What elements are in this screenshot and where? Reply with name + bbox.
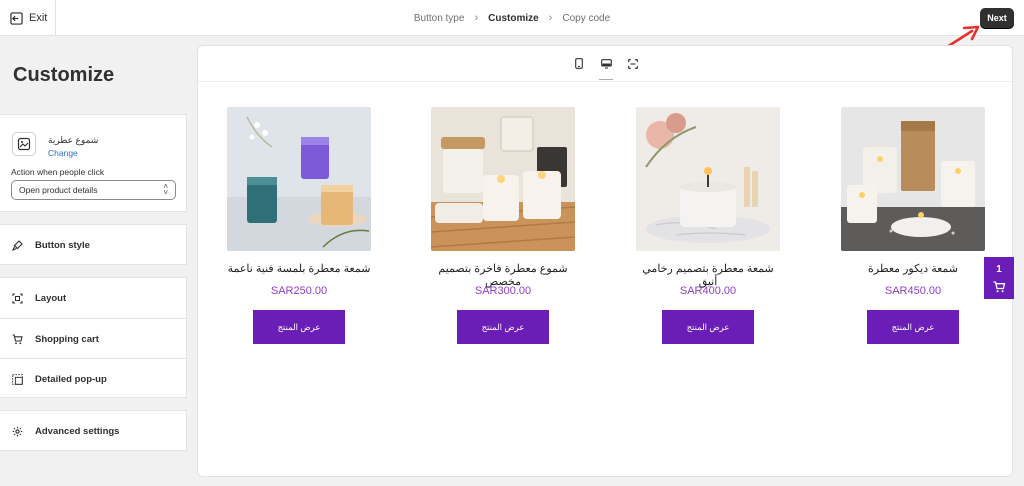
menu-label: Layout [35, 292, 67, 304]
product-card: شمعة ديكور معطرة SAR450.00 عرض المنتج [840, 107, 986, 344]
cart-icon [12, 333, 23, 345]
product-price: SAR450.00 [884, 285, 942, 297]
view-product-button[interactable]: عرض المنتج [253, 310, 345, 344]
product-name: شموع عطرية [48, 135, 99, 145]
product-price: SAR250.00 [270, 285, 328, 297]
device-toggle-bar [198, 46, 1014, 82]
popup-icon [12, 373, 23, 385]
menu-label: Shopping cart [35, 333, 99, 345]
view-product-button[interactable]: عرض المنتج [457, 310, 549, 344]
product-image[interactable] [431, 107, 575, 251]
select-chevron-icon: ˄ ˅ [163, 182, 168, 197]
step-breadcrumb: Button type › Customize › Copy code [0, 0, 1024, 36]
product-name: شموع معطرة فاخرة بتصميم مخصص [438, 263, 568, 288]
step-copy-code[interactable]: Copy code [562, 13, 610, 24]
cart-icon [993, 280, 1005, 292]
next-button[interactable]: Next [980, 8, 1014, 28]
menu-layout[interactable]: Layout [0, 278, 187, 318]
product-card: شموع معطرة فاخرة بتصميم مخصص SAR300.00 ع… [430, 107, 576, 344]
desktop-icon[interactable] [599, 54, 613, 80]
page-title: Customize [13, 64, 115, 86]
product-name: شمعة معطرة بتصميم رخامي أنيق [642, 263, 774, 288]
chevron-right-icon: › [474, 12, 479, 24]
product-card: شمعة معطرة بلمسة فنية ناعمة SAR250.00 عر… [226, 107, 372, 344]
cart-count: 1 [996, 263, 1002, 275]
fullscreen-icon[interactable] [626, 54, 640, 74]
top-bar: Exit Button type › Customize › Copy code… [0, 0, 1024, 36]
step-customize[interactable]: Customize [488, 13, 539, 24]
action-select[interactable]: Open product details ˄ ˅ [11, 180, 176, 200]
menu-shopping-cart[interactable]: Shopping cart [0, 319, 187, 359]
action-label: Action when people click [11, 167, 105, 177]
product-image[interactable] [636, 107, 780, 251]
exit-icon [10, 11, 23, 25]
change-product-link[interactable]: Change [48, 148, 78, 158]
product-image-icon [12, 132, 36, 156]
chevron-right-icon: › [548, 12, 553, 24]
layout-icon [12, 292, 23, 304]
product-settings-card: شموع عطرية Change Action when people cli… [0, 114, 187, 212]
button-style-card: Button style [0, 224, 187, 265]
advanced-settings-card: Advanced settings [0, 410, 187, 451]
exit-button[interactable]: Exit [0, 0, 56, 36]
menu-label: Button style [35, 239, 90, 251]
product-image[interactable] [841, 107, 985, 251]
preview-panel: شمعة معطرة بلمسة فنية ناعمة SAR250.00 عر… [197, 45, 1014, 477]
action-select-value: Open product details [19, 185, 98, 195]
product-card: شمعة معطرة بتصميم رخامي أنيق SAR400.00 ع… [635, 107, 781, 344]
menu-advanced-settings[interactable]: Advanced settings [0, 411, 187, 451]
floating-cart-button[interactable]: 1 [984, 257, 1014, 299]
product-price: SAR300.00 [474, 285, 532, 297]
menu-detailed-popup[interactable]: Detailed pop-up [0, 359, 187, 399]
menu-button-style[interactable]: Button style [0, 225, 187, 265]
product-name: شمعة ديكور معطرة [868, 263, 958, 275]
product-name: شمعة معطرة بلمسة فنية ناعمة [227, 263, 371, 275]
step-button-type[interactable]: Button type [414, 13, 465, 24]
product-image[interactable] [227, 107, 371, 251]
menu-label: Advanced settings [35, 425, 120, 437]
exit-label: Exit [29, 12, 48, 24]
mobile-icon[interactable] [572, 54, 586, 74]
settings-group-card: Layout Shopping cart Detailed pop-up [0, 277, 187, 398]
view-product-button[interactable]: عرض المنتج [662, 310, 754, 344]
product-price: SAR400.00 [679, 285, 737, 297]
paint-brush-icon [12, 239, 23, 251]
menu-label: Detailed pop-up [35, 373, 107, 385]
gear-icon [12, 426, 23, 437]
view-product-button[interactable]: عرض المنتج [867, 310, 959, 344]
